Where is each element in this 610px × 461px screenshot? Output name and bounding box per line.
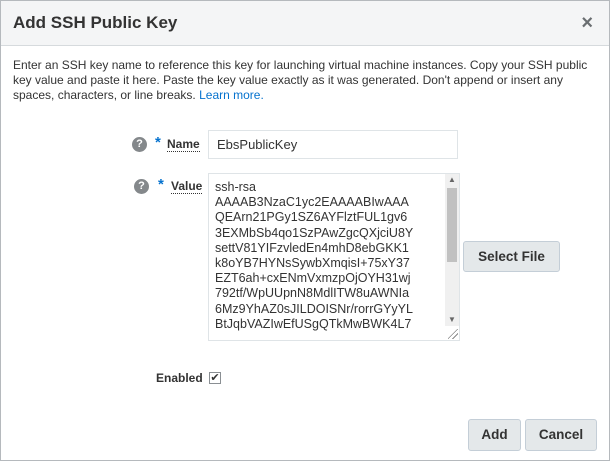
- scroll-down-icon[interactable]: ▼: [445, 314, 459, 326]
- scroll-thumb[interactable]: [447, 188, 457, 262]
- learn-more-link[interactable]: Learn more.: [199, 88, 264, 102]
- resize-handle-icon[interactable]: [448, 329, 458, 339]
- value-line: ssh-rsa: [215, 180, 256, 194]
- value-line: AAAAB3NzaC1yc2EAAAABIwAAA: [215, 195, 409, 210]
- intro-description: Enter an SSH key name to reference this …: [13, 58, 588, 102]
- add-ssh-key-dialog: Add SSH Public Key × Enter an SSH key na…: [0, 0, 610, 461]
- name-required-marker: *: [155, 134, 161, 151]
- dialog-title: Add SSH Public Key: [13, 13, 178, 32]
- close-icon[interactable]: ×: [581, 13, 593, 33]
- value-label: Value: [171, 179, 203, 194]
- name-input[interactable]: EbsPublicKey: [208, 130, 458, 159]
- name-label: Name: [167, 137, 200, 152]
- intro-text: Enter an SSH key name to reference this …: [13, 58, 593, 103]
- value-line: EZT6ah+cxENmVxmzpOjOYH31wj: [215, 271, 411, 286]
- value-line: BtJqbVAZIwEfUSgQTkMwBWK4L7: [215, 316, 412, 331]
- value-line: settV81YIFzvledEn4mhD8ebGKK1: [215, 240, 409, 255]
- value-help-icon[interactable]: ?: [134, 179, 149, 194]
- dialog-header: Add SSH Public Key ×: [1, 1, 609, 46]
- value-textarea-content: ssh-rsa AAAAB3NzaC1yc2EAAAABIwAAA QEArn21P…: [215, 180, 445, 332]
- name-help-icon[interactable]: ?: [132, 137, 147, 152]
- textarea-scrollbar[interactable]: ▲ ▼: [445, 174, 459, 326]
- add-button[interactable]: Add: [468, 419, 521, 451]
- enabled-checkbox[interactable]: ✔: [209, 372, 221, 384]
- value-textarea[interactable]: ssh-rsa AAAAB3NzaC1yc2EAAAABIwAAA QEArn21P…: [208, 173, 460, 341]
- enabled-label: Enabled: [156, 371, 203, 385]
- value-line: 6Mz9YhAZ0sJILDOISNr/rorrGYyYL: [215, 301, 413, 316]
- select-file-button[interactable]: Select File: [463, 241, 560, 272]
- value-required-marker: *: [158, 176, 164, 193]
- scroll-up-icon[interactable]: ▲: [445, 174, 459, 186]
- cancel-button[interactable]: Cancel: [525, 419, 597, 451]
- value-line: 3EXMbSb4qo1SzPAwZgcQXjciU8Y: [215, 225, 414, 240]
- value-line: 792tf/WpUUpnN8MdlITW8uAWNIa: [215, 286, 410, 301]
- value-line: k8oYB7HYNsSywbXmqisI+75xY37: [215, 256, 410, 271]
- value-line: QEArn21PGy1SZ6AYFlztFUL1gv6: [215, 210, 408, 225]
